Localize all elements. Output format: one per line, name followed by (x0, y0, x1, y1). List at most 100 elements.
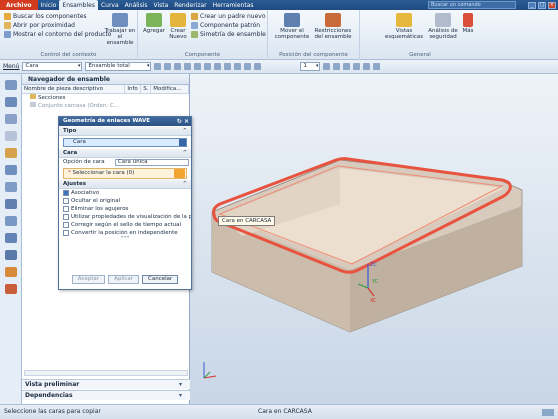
abrir-proximidad-button[interactable]: Abrir por proximidad (4, 22, 75, 29)
check-eliminar-agujeros[interactable]: Eliminar los agujeros (59, 205, 191, 213)
menu-renderizar[interactable]: Renderizar (171, 0, 209, 10)
dialog-close-icon[interactable]: ↻ × (177, 117, 189, 126)
navigator-title: Navegador de ensamble (22, 74, 189, 85)
restore-icon[interactable]: □ (538, 1, 546, 9)
curve-rule-icon[interactable] (184, 63, 192, 70)
expand-more-icon[interactable]: ˅˅˅ (59, 237, 191, 243)
vistas-esquematicas-button[interactable]: Vistas esquemáticas (382, 13, 426, 40)
view-icon[interactable] (323, 63, 331, 70)
trabajar-ensamble-button[interactable]: Trabajar en el ensamble (104, 13, 136, 46)
column-s[interactable]: S. (141, 85, 152, 93)
agregar-button[interactable]: Agregar (142, 13, 166, 34)
search-icon (4, 13, 11, 20)
checkbox[interactable] (63, 214, 69, 220)
crear-padre-button[interactable]: Crear un padre nuevo (191, 13, 266, 20)
menu-button[interactable]: Menú (3, 63, 19, 70)
menu-inicio[interactable]: Inicio (38, 0, 60, 10)
constraint-navigator-icon[interactable] (4, 97, 17, 107)
buscar-componentes-button[interactable]: Buscar los componentes (4, 13, 87, 20)
minimize-icon[interactable]: _ (528, 1, 536, 9)
quadrant-icon[interactable] (234, 63, 242, 70)
hd3d-icon[interactable] (4, 148, 17, 158)
scope-select[interactable]: Ensamble total (85, 62, 152, 71)
check-corregir-sello[interactable]: Corregir según el sello de tiempo actual (59, 221, 191, 229)
fit-icon[interactable] (353, 63, 361, 70)
analisis-seguridad-button[interactable]: Análisis de seguridad (426, 13, 460, 40)
close-icon[interactable]: × (548, 1, 556, 9)
select-icon[interactable] (164, 63, 172, 70)
constraint-icon (325, 13, 341, 27)
checkbox[interactable] (63, 230, 69, 236)
checkbox[interactable] (63, 190, 69, 196)
menu-curva[interactable]: Curva (98, 0, 122, 10)
assembly-navigator-icon[interactable] (4, 80, 17, 90)
reuse-library-icon[interactable] (4, 131, 17, 141)
check-ocultar-original[interactable]: Ocultar el original (59, 197, 191, 205)
checkbox[interactable] (63, 198, 69, 204)
opcion-cara-select[interactable]: Cara única (115, 159, 189, 166)
system-scenes-icon[interactable] (4, 284, 17, 294)
manufacturing-wizards-icon[interactable] (4, 233, 17, 243)
vista-preliminar-section[interactable]: Vista preliminar (22, 379, 190, 390)
midpoint-icon[interactable] (214, 63, 222, 70)
part-navigator-icon[interactable] (4, 114, 17, 124)
tangent-icon[interactable] (254, 63, 262, 70)
aceptar-button[interactable]: Aceptar (71, 275, 106, 284)
check-asociativo[interactable]: Asociativo (59, 189, 191, 197)
type-filter-select[interactable]: Cara (22, 62, 83, 71)
checkbox[interactable] (63, 222, 69, 228)
process-studio-icon[interactable] (4, 216, 17, 226)
menu-vista[interactable]: Vista (151, 0, 172, 10)
componente-patron-button[interactable]: Componente patrón (191, 22, 260, 29)
intersection-icon[interactable] (244, 63, 252, 70)
graphics-viewport[interactable]: ZC YC XC Cara en CARCASA (190, 74, 558, 404)
roles-icon[interactable] (4, 250, 17, 260)
aplicar-button[interactable]: Aplicar (108, 275, 140, 284)
ribbon-group-general: Vistas esquemáticas Análisis de segurida… (360, 10, 480, 60)
simetria-button[interactable]: Simetría de ensamble (191, 31, 266, 38)
layer-number-select[interactable]: 1 (300, 62, 321, 71)
menu-ensambles[interactable]: Ensambles (59, 0, 98, 10)
navigator-scrollbar[interactable] (24, 370, 188, 376)
restricciones-button[interactable]: Restricciones del ensamble (312, 13, 354, 40)
orient-icon[interactable] (343, 63, 351, 70)
point-icon[interactable] (194, 63, 202, 70)
ajustes-section[interactable]: Ajustes (59, 180, 191, 189)
mas-button[interactable]: Más (460, 13, 476, 34)
center-icon[interactable] (224, 63, 232, 70)
dependencias-section[interactable]: Dependencias (22, 390, 190, 401)
select-face-field[interactable]: * Seleccionar la cara (0) (63, 168, 187, 179)
tree-item-secciones[interactable]: Secciones (22, 94, 189, 102)
tree-item-conjunto[interactable]: Conjunto carcasa (Orden: C... (22, 102, 189, 110)
column-info[interactable]: Info (125, 85, 142, 93)
command-search-input[interactable]: Buscar un comando (428, 1, 516, 9)
menu-herramientas[interactable]: Herramientas (210, 0, 257, 10)
mover-componente-button[interactable]: Mover el componente (272, 13, 312, 40)
menu-analisis[interactable]: Análisis (122, 0, 151, 10)
cara-section[interactable]: Cara (59, 149, 191, 158)
snap-icon[interactable] (154, 63, 162, 70)
navigator-header: Nombre de pieza descriptivo Info S. Modi… (22, 85, 190, 94)
history-icon[interactable] (4, 182, 17, 192)
crear-nuevo-button[interactable]: Crear Nuevo (168, 13, 188, 40)
system-materials-icon[interactable] (4, 199, 17, 209)
column-modifica[interactable]: Modifica... (151, 85, 190, 93)
column-nombre[interactable]: Nombre de pieza descriptivo (22, 85, 126, 93)
filter-icon[interactable] (174, 63, 182, 70)
menu-archivo[interactable]: Archivo (0, 0, 38, 10)
status-selection: Cara en CARCASA (258, 408, 312, 415)
tipo-section[interactable]: Tipo (59, 127, 191, 136)
web-browser-icon[interactable] (4, 165, 17, 175)
tipo-select[interactable]: Cara (63, 138, 187, 147)
checkbox[interactable] (63, 206, 69, 212)
check-propiedades-visualizacion[interactable]: Utilizar propiedades de visualización de… (59, 213, 191, 221)
render-icon[interactable] (333, 63, 341, 70)
cancelar-button[interactable]: Cancelar (142, 275, 179, 284)
palette-icon[interactable] (4, 267, 17, 277)
face-select-icon[interactable] (174, 169, 185, 178)
mostrar-contorno-button[interactable]: Mostrar el contorno del producto (4, 31, 111, 38)
ribbon-group-posicion: Mover el componente Restricciones del en… (268, 10, 360, 60)
zoom-icon[interactable] (363, 63, 371, 70)
endpoint-icon[interactable] (204, 63, 212, 70)
pan-icon[interactable] (373, 63, 381, 70)
